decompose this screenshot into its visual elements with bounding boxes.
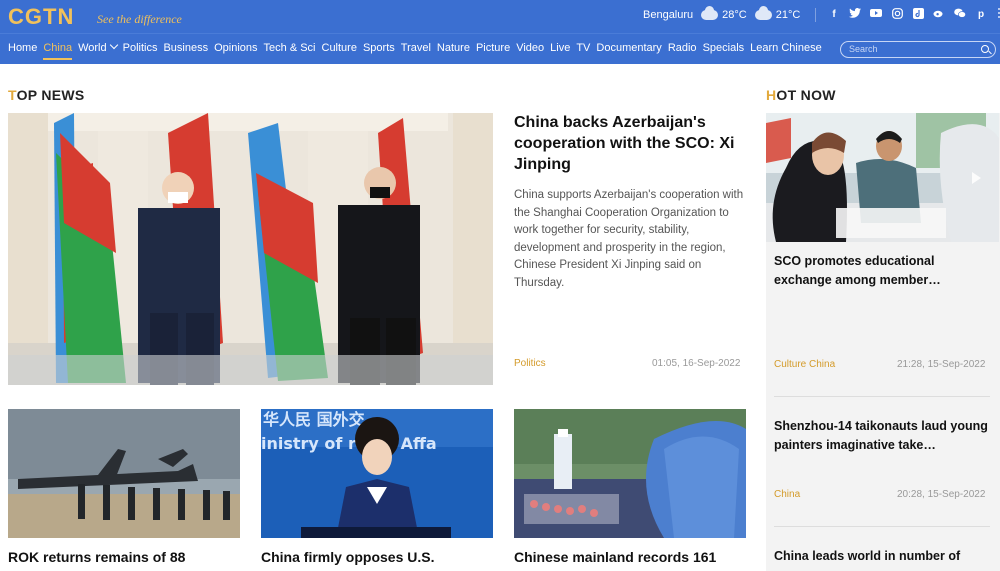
hot-item-title[interactable]: Shenzhou-14 taikonauts laud young painte… (774, 417, 992, 455)
nav-item-radio[interactable]: Radio (668, 42, 697, 54)
nav-item-specials[interactable]: Specials (703, 42, 745, 54)
search-icon[interactable] (981, 45, 989, 53)
nav-item-video[interactable]: Video (516, 42, 544, 54)
cloud-icon (701, 6, 719, 21)
svg-text:inistry of reign Affa: inistry of reign Affa (261, 434, 437, 453)
hot-now-heading: HOT NOW (766, 87, 836, 103)
nav-item-china[interactable]: China (43, 42, 72, 60)
card-image-spokesperson[interactable]: 华人民 国外交 inistry of reign Affa (261, 409, 493, 538)
svg-text:华人民 国外交: 华人民 国外交 (263, 410, 365, 429)
temp-low: 21°C (775, 9, 801, 21)
divider (774, 526, 990, 527)
hero-title[interactable]: China backs Azerbaijan's cooperation wit… (514, 112, 754, 175)
nav-item-opinions[interactable]: Opinions (214, 42, 257, 54)
nav-item-learn-chinese[interactable]: Learn Chinese (750, 42, 822, 54)
play-icon[interactable] (972, 171, 981, 184)
heading-text: OP NEWS (16, 87, 85, 103)
nav-item-documentary[interactable]: Documentary (596, 42, 661, 54)
hot-item-category[interactable]: Culture China (774, 359, 835, 370)
heading-text: OT NOW (776, 87, 836, 103)
facebook-icon[interactable]: f (827, 8, 841, 22)
nav-item-tv[interactable]: TV (576, 42, 590, 54)
hot-item-timestamp: 21:28, 15-Sep-2022 (897, 359, 986, 370)
top-news-heading: TOP NEWS (8, 87, 85, 103)
chevron-down-icon (109, 40, 118, 50)
card-title[interactable]: China firmly opposes U.S. (261, 548, 493, 566)
search-box (840, 41, 996, 58)
nav-item-world[interactable]: World (78, 40, 118, 54)
nav-item-culture[interactable]: Culture (322, 42, 357, 54)
nav-item-sports[interactable]: Sports (363, 42, 395, 54)
nav-item-nature[interactable]: Nature (437, 42, 470, 54)
social-links: f p (815, 8, 1000, 22)
city-name[interactable]: Bengaluru (643, 9, 693, 21)
weather-widget: Bengaluru 28°C 21°C (643, 6, 801, 21)
weibo-icon[interactable] (932, 8, 946, 22)
hero-image[interactable] (8, 113, 493, 385)
cgtn-logo[interactable]: CGTN (8, 4, 74, 30)
wechat-icon[interactable] (953, 8, 967, 22)
more-icon[interactable] (995, 8, 1000, 22)
hero-timestamp: 01:05, 16-Sep-2022 (652, 358, 741, 369)
top-bar: CGTN See the difference Bengaluru 28°C 2… (0, 0, 1000, 33)
search-input[interactable] (849, 44, 979, 54)
main-nav: Home China World Politics Business Opini… (0, 33, 1000, 64)
twitter-icon[interactable] (848, 8, 862, 22)
hot-item-timestamp: 20:28, 15-Sep-2022 (897, 489, 986, 500)
nav-item-picture[interactable]: Picture (476, 42, 510, 54)
card-image-plane[interactable] (8, 409, 240, 538)
temp-high: 28°C (722, 9, 747, 21)
nav-item-home[interactable]: Home (8, 42, 37, 54)
nav-item-live[interactable]: Live (550, 42, 570, 54)
cloud-icon (754, 6, 772, 21)
nav-item-travel[interactable]: Travel (401, 42, 431, 54)
tiktok-icon[interactable] (911, 8, 925, 22)
slogan: See the difference (97, 12, 182, 26)
nav-item-label: World (78, 42, 107, 54)
hero-category[interactable]: Politics (514, 358, 546, 369)
nav-item-tech-sci[interactable]: Tech & Sci (264, 42, 316, 54)
hot-item-title[interactable]: China leads world in number of (774, 547, 992, 566)
nav-item-business[interactable]: Business (163, 42, 208, 54)
hot-item-category[interactable]: China (774, 489, 800, 500)
pinterest-icon[interactable]: p (974, 8, 988, 22)
hot-item-title[interactable]: SCO promotes educational exchange among … (774, 252, 992, 290)
heading-initial: T (8, 87, 17, 103)
hero-summary: China supports Azerbaijan's cooperation … (514, 189, 744, 289)
card-title[interactable]: ROK returns remains of 88 (8, 548, 240, 566)
divider (774, 396, 990, 397)
heading-initial: H (766, 87, 777, 103)
instagram-icon[interactable] (890, 8, 904, 22)
hot-image-classroom[interactable] (766, 113, 999, 242)
divider (815, 8, 816, 22)
card-image-covid-testing[interactable] (514, 409, 746, 538)
youtube-icon[interactable] (869, 8, 883, 22)
nav-item-politics[interactable]: Politics (123, 42, 158, 54)
card-title[interactable]: Chinese mainland records 161 (514, 548, 746, 566)
